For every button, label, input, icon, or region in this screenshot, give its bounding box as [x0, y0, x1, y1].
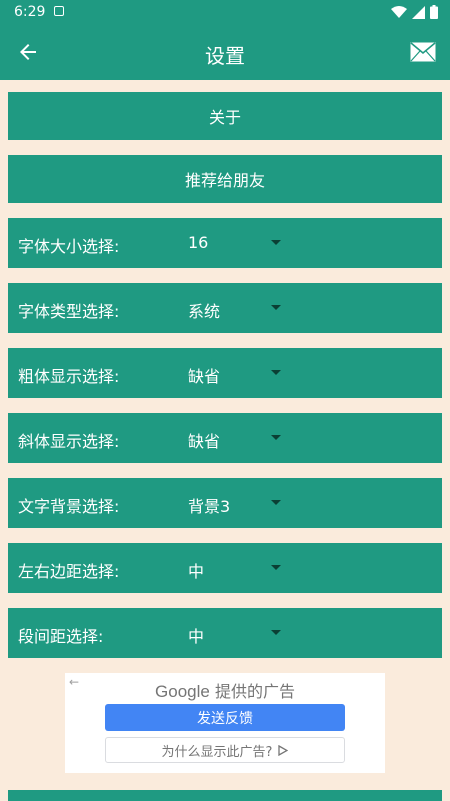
setting-value[interactable]: 缺省 — [188, 428, 220, 452]
setting-label: 段间距选择: — [18, 627, 104, 646]
setting-label: 字体类型选择: — [18, 302, 120, 321]
status-time: 6:29 — [14, 4, 46, 20]
setting-label: 斜体显示选择: — [18, 432, 120, 451]
dropdown-arrow-icon[interactable] — [271, 370, 281, 375]
about-button[interactable]: 关于 — [8, 92, 442, 140]
setting-bold[interactable]: 粗体显示选择: 缺省 — [8, 348, 442, 398]
setting-value[interactable]: 系统 — [188, 298, 220, 322]
setting-value[interactable]: 中 — [188, 558, 204, 582]
mail-icon[interactable] — [410, 42, 436, 62]
send-feedback-button[interactable]: 发送反馈 — [105, 704, 345, 731]
ad-panel: ← Google 提供的广告 发送反馈 为什么显示此广告? — [65, 673, 385, 773]
ad-provider-text: 提供的广告 — [214, 682, 295, 701]
setting-value[interactable]: 背景3 — [188, 493, 230, 517]
setting-font-size[interactable]: 字体大小选择: 16 — [8, 218, 442, 268]
setting-value[interactable]: 缺省 — [188, 363, 220, 387]
why-this-ad-label: 为什么显示此广告? — [161, 744, 273, 760]
setting-italic[interactable]: 斜体显示选择: 缺省 — [8, 413, 442, 463]
play-outline-icon — [278, 744, 289, 756]
dropdown-arrow-icon[interactable] — [271, 565, 281, 570]
dropdown-arrow-icon[interactable] — [271, 240, 281, 245]
page-title: 设置 — [205, 44, 245, 68]
battery-icon — [430, 5, 438, 19]
dropdown-arrow-icon[interactable] — [271, 435, 281, 440]
setting-label: 字体大小选择: — [18, 237, 120, 256]
sim-card-icon — [54, 6, 64, 16]
recommend-button[interactable]: 推荐给朋友 — [8, 155, 442, 203]
ad-provider: Google 提供的广告 — [65, 678, 385, 702]
setting-label: 文字背景选择: — [18, 497, 120, 516]
bottom-button-partial[interactable] — [8, 790, 442, 801]
setting-text-background[interactable]: 文字背景选择: 背景3 — [8, 478, 442, 528]
setting-label: 粗体显示选择: — [18, 367, 120, 386]
setting-label: 左右边距选择: — [18, 562, 120, 581]
app-bar: 设置 — [0, 24, 450, 80]
dropdown-arrow-icon[interactable] — [271, 500, 281, 505]
setting-value[interactable]: 16 — [188, 233, 208, 252]
setting-font-type[interactable]: 字体类型选择: 系统 — [8, 283, 442, 333]
dropdown-arrow-icon[interactable] — [271, 305, 281, 310]
dropdown-arrow-icon[interactable] — [271, 630, 281, 635]
setting-value[interactable]: 中 — [188, 623, 204, 647]
status-icons — [391, 5, 438, 19]
setting-side-margin[interactable]: 左右边距选择: 中 — [8, 543, 442, 593]
setting-paragraph-spacing[interactable]: 段间距选择: 中 — [8, 608, 442, 658]
status-bar: 6:29 — [0, 0, 450, 24]
wifi-icon — [391, 5, 407, 18]
cell-signal-icon — [412, 5, 425, 19]
why-this-ad-button[interactable]: 为什么显示此广告? — [105, 737, 345, 763]
google-logo: Google — [155, 682, 210, 701]
